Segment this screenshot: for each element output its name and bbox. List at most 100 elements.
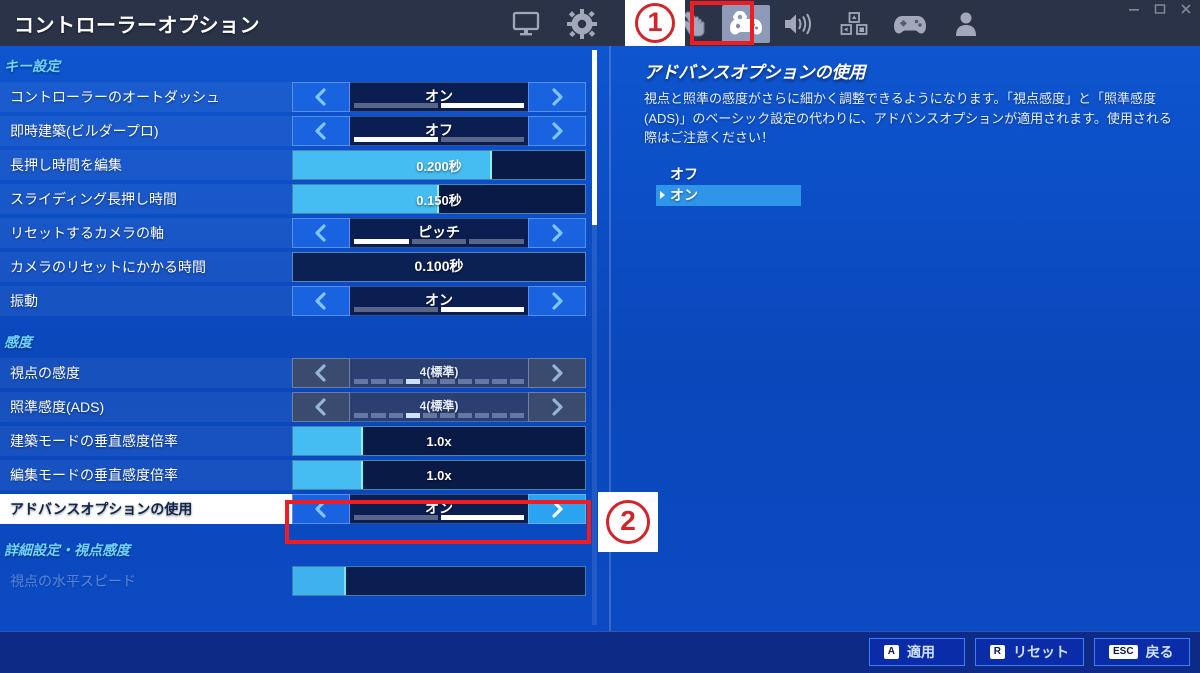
chevron-left-icon[interactable] — [292, 116, 350, 146]
segment — [388, 413, 403, 418]
scrollbar-thumb[interactable] — [592, 50, 597, 225]
segment — [440, 515, 524, 520]
setting-value: オン — [350, 82, 528, 112]
setting-value: オン — [350, 286, 528, 316]
account-icon[interactable] — [938, 2, 994, 46]
annotation-marker-2: 2 — [598, 492, 658, 552]
keybinds-icon[interactable] — [826, 2, 882, 46]
segment — [354, 239, 409, 244]
gamepad-icon[interactable] — [882, 2, 938, 46]
minimize-icon[interactable] — [1126, 2, 1142, 16]
setting-slider[interactable] — [292, 566, 586, 596]
chevron-left-icon[interactable] — [292, 218, 350, 248]
setting-control[interactable]: 1.0x — [292, 426, 586, 456]
setting-control[interactable]: ピッチ — [292, 218, 586, 248]
segment — [509, 379, 524, 384]
chevron-left-icon[interactable] — [292, 82, 350, 112]
maximize-icon[interactable] — [1152, 2, 1168, 16]
segment — [354, 515, 438, 520]
setting-slider[interactable]: 1.0x — [292, 426, 586, 456]
chevron-left-icon[interactable] — [292, 358, 350, 388]
chevron-left-icon[interactable] — [292, 286, 350, 316]
segment — [354, 137, 438, 142]
option-label: オン — [670, 187, 698, 203]
option-label: オフ — [670, 166, 698, 182]
setting-value: 4(標準) — [350, 392, 528, 422]
back-button[interactable]: ESC 戻る — [1094, 638, 1190, 666]
setting-row[interactable]: カメラのリセットにかかる時間 0.100秒 — [0, 252, 600, 282]
setting-row[interactable]: 視点の感度 4(標準) — [0, 358, 600, 388]
setting-row[interactable]: 振動 オン — [0, 286, 600, 316]
segment — [423, 413, 438, 418]
window-controls — [1126, 2, 1194, 16]
option-list: オフ オン — [644, 164, 1178, 206]
setting-slider[interactable]: 0.200秒 — [292, 150, 586, 180]
footer-button-label: 適用 — [907, 644, 935, 660]
setting-control[interactable]: 0.200秒 — [292, 150, 586, 180]
value-segment-indicator — [354, 515, 524, 520]
setting-row[interactable]: 即時建築(ビルダープロ) オフ — [0, 116, 600, 146]
segment — [440, 379, 455, 384]
gear-icon[interactable] — [554, 2, 610, 46]
setting-value: 4(標準) — [350, 358, 528, 388]
monitor-icon[interactable] — [498, 2, 554, 46]
slider-value-text: 0.150秒 — [416, 192, 462, 208]
setting-control[interactable]: 4(標準) — [292, 358, 586, 388]
chevron-left-icon[interactable] — [292, 494, 350, 524]
apply-button[interactable]: A 適用 — [868, 638, 965, 666]
setting-control[interactable]: オン — [292, 286, 586, 316]
setting-row[interactable]: 長押し時間を編集 0.200秒 — [0, 150, 600, 180]
speaker-icon[interactable] — [770, 2, 826, 46]
value-segment-indicator — [354, 103, 524, 108]
slider-fill — [293, 427, 364, 455]
setting-control[interactable]: 0.150秒 — [292, 184, 586, 214]
value-segment-indicator — [354, 137, 524, 142]
segment — [354, 379, 369, 384]
setting-row[interactable]: 建築モードの垂直感度倍率 1.0x — [0, 426, 600, 456]
setting-row[interactable]: スライディング長押し時間 0.150秒 — [0, 184, 600, 214]
setting-row[interactable]: リセットするカメラの軸 ピッチ — [0, 218, 600, 248]
segment — [411, 239, 467, 244]
segment — [475, 413, 490, 418]
segment — [354, 103, 438, 108]
annotation-1-label: 1 — [635, 3, 675, 43]
setting-label: 編集モードの垂直感度倍率 — [0, 460, 292, 490]
setting-control[interactable]: 0.100秒 — [292, 252, 586, 282]
setting-control[interactable] — [292, 566, 586, 596]
settings-sections: キー設定 コントローラーのオートダッシュ オン 即時建築(ビルダープロ) オフ 長押し時間… — [0, 56, 600, 596]
setting-slider[interactable]: 0.150秒 — [292, 184, 586, 214]
setting-control[interactable]: 1.0x — [292, 460, 586, 490]
chevron-right-icon[interactable] — [528, 116, 586, 146]
segment — [440, 137, 524, 142]
setting-row[interactable]: 編集モードの垂直感度倍率 1.0x — [0, 460, 600, 490]
chevron-right-icon[interactable] — [528, 494, 586, 524]
option-item[interactable]: オン — [656, 184, 801, 206]
setting-control[interactable]: オン — [292, 82, 586, 112]
chevron-right-icon[interactable] — [528, 82, 586, 112]
chevron-right-icon[interactable] — [528, 358, 586, 388]
segment — [405, 413, 421, 418]
chevron-left-icon[interactable] — [292, 392, 350, 422]
setting-slider[interactable]: 1.0x — [292, 460, 586, 490]
setting-value[interactable]: 0.100秒 — [292, 252, 586, 282]
segment — [440, 103, 524, 108]
chevron-right-icon[interactable] — [528, 218, 586, 248]
setting-row[interactable]: 視点の水平スピード — [0, 566, 600, 596]
controller-gear-icon[interactable] — [722, 5, 770, 43]
setting-row[interactable]: アドバンスオプションの使用 オン — [0, 494, 600, 524]
option-item[interactable]: オフ — [656, 164, 801, 185]
footer-button-label: リセット — [1013, 644, 1069, 660]
setting-control[interactable]: オフ — [292, 116, 586, 146]
segment — [492, 413, 507, 418]
setting-row[interactable]: コントローラーのオートダッシュ オン — [0, 82, 600, 112]
chevron-right-icon[interactable] — [528, 392, 586, 422]
setting-control[interactable]: オン — [292, 494, 586, 524]
setting-label: リセットするカメラの軸 — [0, 218, 292, 248]
reset-button[interactable]: R リセット — [974, 638, 1084, 666]
setting-control[interactable]: 4(標準) — [292, 392, 586, 422]
setting-row[interactable]: 照準感度(ADS) 4(標準) — [0, 392, 600, 422]
value-segment-indicator — [354, 307, 524, 312]
setting-label: スライディング長押し時間 — [0, 184, 292, 214]
close-icon[interactable] — [1178, 2, 1194, 16]
chevron-right-icon[interactable] — [528, 286, 586, 316]
